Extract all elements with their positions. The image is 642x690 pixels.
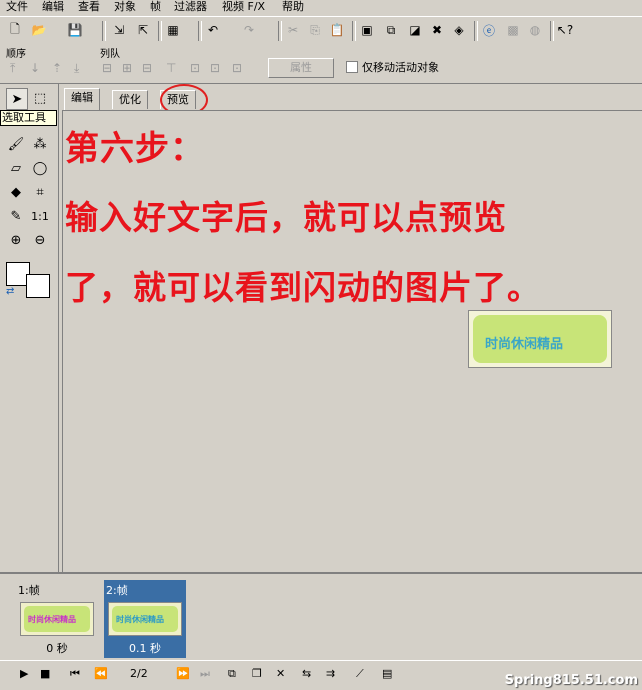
stop-icon[interactable]: ■ — [40, 667, 50, 680]
crop-icon[interactable]: ◈ — [450, 21, 468, 39]
bring-to-front-icon[interactable]: ⤒ — [10, 61, 15, 76]
frame-2[interactable]: 2:帧 时尚休闲精品 0.1 秒 — [104, 580, 186, 658]
cut-icon[interactable]: ✂ — [284, 21, 302, 39]
menu-video-fx[interactable]: 视频 F/X — [220, 0, 267, 14]
lasso-icon[interactable]: ◯ — [30, 158, 50, 178]
actual-size-icon[interactable]: 1:1 — [30, 206, 50, 226]
zoom-in-icon[interactable]: ⊕ — [6, 230, 26, 250]
redo-icon[interactable]: ↷ — [240, 21, 258, 39]
properties-button[interactable]: 属性 — [268, 58, 334, 78]
align-left-icon[interactable]: ⊟ — [102, 61, 112, 75]
watermark: Spring815.51.com — [504, 673, 638, 688]
frame-settings-icon[interactable]: ▤ — [382, 667, 392, 680]
delete-icon[interactable]: ✖ — [428, 21, 446, 39]
align-right-icon[interactable]: ⊟ — [142, 61, 152, 75]
menu-frame[interactable]: 帧 — [148, 0, 163, 14]
menu-object[interactable]: 对象 — [112, 0, 138, 14]
view-tabs: 编辑 优化 预览 — [62, 88, 642, 110]
frame-tool-icon[interactable]: ⟋ — [356, 667, 364, 681]
add-frame-icon[interactable]: ⧉ — [228, 667, 236, 681]
align-top-icon[interactable]: ⊤ — [166, 61, 176, 75]
new-file-icon[interactable]: 🗋 — [6, 21, 24, 39]
reverse-frames-icon[interactable]: ⇆ — [302, 667, 311, 680]
main-toolbar: 🗋 📂 💾 ⇲ ⇱ ▦ ↶ ↷ ✂ ⎘ 📋 ▣ ⧉ ◪ ✖ ◈ ⓔ ▩ ◍ ↖? — [0, 16, 642, 46]
browser-preview-icon[interactable]: ⓔ — [480, 21, 498, 39]
frame-counter: 2/2 — [130, 667, 148, 680]
align-center-icon[interactable]: ⊞ — [122, 61, 132, 75]
frame-2-title: 2:帧 — [106, 584, 128, 597]
insert-object-icon[interactable]: ◪ — [406, 21, 424, 39]
tween-icon[interactable]: ⇉ — [326, 667, 335, 680]
menu-help[interactable]: 帮助 — [280, 0, 306, 14]
magic-wand-icon[interactable]: ⁂ — [30, 134, 50, 154]
zoom-out-icon[interactable]: ⊖ — [30, 230, 50, 250]
paint-bucket-icon[interactable]: ◆ — [6, 182, 26, 202]
next-frame-icon[interactable]: ⏩ — [176, 667, 190, 680]
duplicate-frame-icon[interactable]: ❐ — [252, 667, 262, 680]
order-label: 顺序 — [6, 49, 26, 60]
last-frame-icon[interactable]: ⏭ — [200, 667, 210, 681]
send-to-back-icon[interactable]: ⤓ — [74, 61, 79, 76]
insert-frame-icon[interactable]: ⧉ — [382, 21, 400, 39]
wizard-icon[interactable]: ▦ — [164, 21, 182, 39]
crop-tool-icon[interactable]: ⌗ — [30, 182, 50, 202]
web-icon[interactable]: ◍ — [526, 21, 544, 39]
distribute-icon[interactable]: ⊡ — [232, 61, 242, 75]
menu-filter[interactable]: 过滤器 — [172, 0, 209, 14]
preview-banner-image: 时尚休闲精品 — [468, 310, 612, 368]
marquee-select-icon[interactable]: ⬚ — [30, 88, 50, 108]
eraser-icon[interactable]: ▱ — [6, 158, 26, 178]
save-icon[interactable]: 💾 — [66, 21, 84, 39]
preview-banner-text: 时尚休闲精品 — [485, 337, 564, 352]
first-frame-icon[interactable]: ⏮ — [70, 667, 80, 681]
menu-bar: 文件 编辑 查看 对象 帧 过滤器 视频 F/X 帮助 — [0, 0, 642, 14]
help-pointer-icon[interactable]: ↖? — [556, 21, 574, 39]
export-icon[interactable]: ⇱ — [134, 21, 152, 39]
menu-view[interactable]: 查看 — [76, 0, 102, 14]
brush-icon[interactable]: 🖌 — [6, 134, 26, 154]
align-bottom-icon[interactable]: ⊡ — [210, 61, 220, 75]
copy-icon[interactable]: ⎘ — [306, 21, 324, 39]
frame-1-thumb-text: 时尚休闲精品 — [28, 615, 76, 624]
frame-1-delay: 0 秒 — [46, 642, 68, 655]
frame-1[interactable]: 1:帧 时尚休闲精品 0 秒 — [16, 580, 98, 658]
move-active-only-label: 仅移动活动对象 — [362, 61, 439, 74]
grid-icon[interactable]: ▩ — [504, 21, 522, 39]
menu-edit[interactable]: 编辑 — [40, 0, 66, 14]
step-heading: 第六步： — [65, 129, 205, 169]
align-middle-icon[interactable]: ⊡ — [190, 61, 200, 75]
instruction-line-2: 了，就可以看到闪动的图片了。 — [65, 268, 541, 307]
open-folder-icon[interactable]: 📂 — [30, 21, 48, 39]
send-backward-icon[interactable]: ↓ — [30, 61, 40, 75]
bring-forward-icon[interactable]: ⇡ — [52, 61, 62, 75]
tab-optimize[interactable]: 优化 — [112, 90, 148, 109]
frame-2-thumbnail: 时尚休闲精品 — [108, 602, 182, 636]
swap-colors-icon[interactable]: ⇄ — [6, 286, 14, 297]
delete-frame-icon[interactable]: ✕ — [276, 667, 285, 680]
previous-frame-icon[interactable]: ⏪ — [94, 667, 108, 680]
frame-properties-icon[interactable]: ▣ — [358, 21, 376, 39]
move-active-only-checkbox[interactable] — [346, 61, 358, 73]
tab-edit[interactable]: 编辑 — [64, 88, 100, 110]
frames-panel: 1:帧 时尚休闲精品 0 秒 2:帧 时尚休闲精品 0.1 秒 — [0, 572, 642, 662]
frame-2-delay: 0.1 秒 — [129, 642, 161, 655]
frame-1-thumbnail: 时尚休闲精品 — [20, 602, 94, 636]
align-label: 列队 — [100, 49, 120, 60]
menu-file[interactable]: 文件 — [4, 0, 30, 14]
instruction-line-1: 输入好文字后，就可以点预览 — [65, 198, 507, 237]
undo-icon[interactable]: ↶ — [204, 21, 222, 39]
tooltip-select-tool: 选取工具 — [0, 110, 57, 126]
eyedropper-icon[interactable]: ✎ — [6, 206, 26, 226]
select-tool-icon[interactable]: ➤ — [6, 88, 28, 110]
import-icon[interactable]: ⇲ — [110, 21, 128, 39]
paste-icon[interactable]: 📋 — [328, 21, 346, 39]
frame-1-title: 1:帧 — [18, 584, 40, 597]
background-color-swatch[interactable] — [26, 274, 50, 298]
frame-2-thumb-text: 时尚休闲精品 — [116, 615, 164, 624]
play-icon[interactable]: ▶ — [20, 667, 28, 680]
tool-box: ➤ ⬚ 🖌 ⁂ ▱ ◯ ◆ ⌗ ✎ 1:1 ⊕ ⊖ ⇄ — [0, 84, 59, 572]
